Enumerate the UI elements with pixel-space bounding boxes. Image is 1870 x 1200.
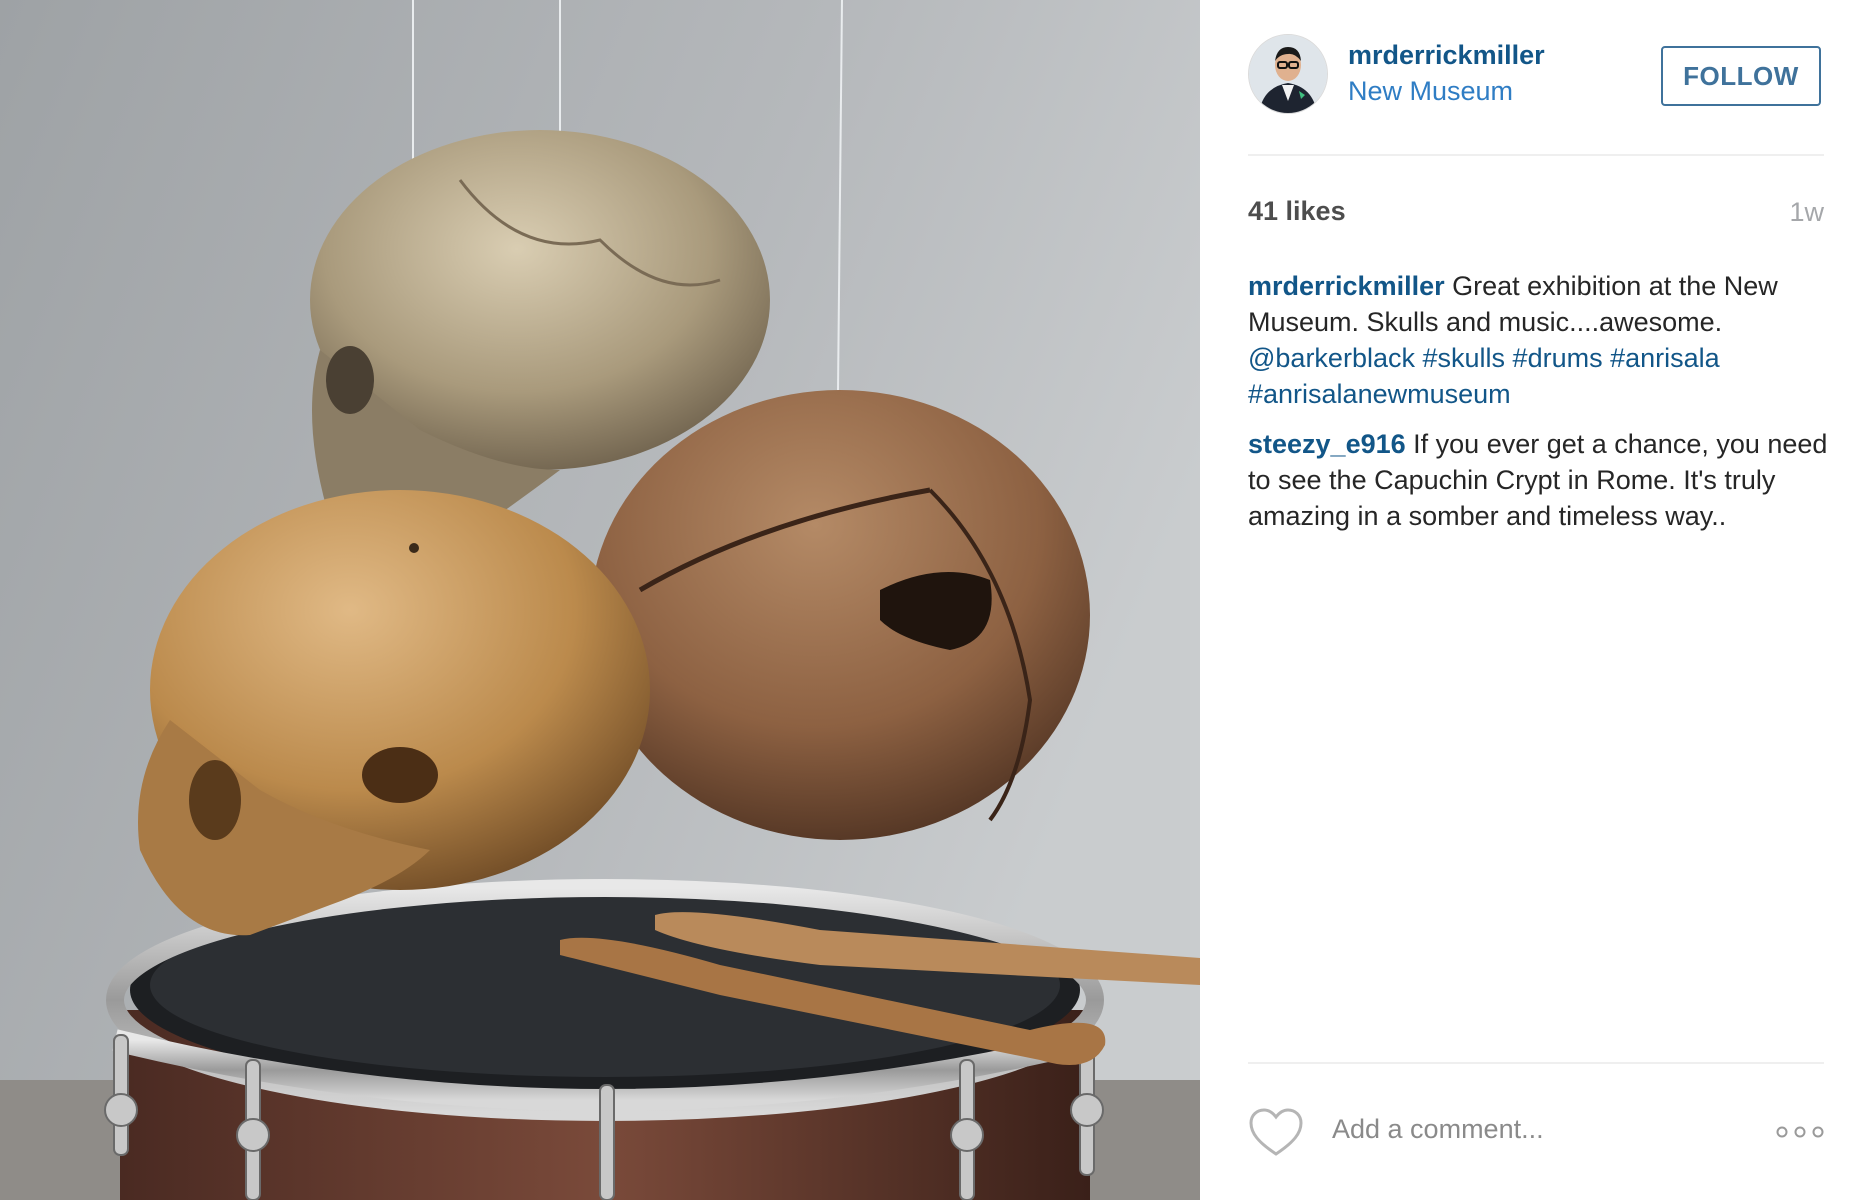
- add-comment-input[interactable]: Add a comment...: [1332, 1114, 1544, 1145]
- post-photo[interactable]: [0, 0, 1200, 1200]
- post-header: mrderrickmiller New Museum FOLLOW: [1248, 34, 1824, 154]
- comment-list: mrderrickmiller Great exhibition at the …: [1248, 268, 1838, 548]
- hashtag-link[interactable]: #anrisalanewmuseum: [1248, 379, 1511, 409]
- post-author-username[interactable]: mrderrickmiller: [1348, 40, 1545, 71]
- footer-divider: [1248, 1062, 1824, 1064]
- more-options-icon[interactable]: [1776, 1122, 1824, 1142]
- avatar[interactable]: [1248, 34, 1328, 114]
- post-age[interactable]: 1w: [1789, 197, 1824, 228]
- follow-button[interactable]: FOLLOW: [1661, 46, 1821, 106]
- caption-username[interactable]: mrderrickmiller: [1248, 271, 1445, 301]
- user-portrait-icon: [1249, 35, 1327, 113]
- skulls-on-drum-image: [0, 0, 1200, 1200]
- hashtag-link[interactable]: #skulls: [1423, 343, 1506, 373]
- post-sidebar: mrderrickmiller New Museum FOLLOW 41 lik…: [1200, 0, 1870, 1200]
- mention-link[interactable]: @barkerblack: [1248, 343, 1415, 373]
- hashtag-link[interactable]: #drums: [1513, 343, 1603, 373]
- comment-bar: Add a comment...: [1248, 1106, 1824, 1166]
- hashtag-link[interactable]: #anrisala: [1610, 343, 1720, 373]
- heart-icon[interactable]: [1248, 1108, 1304, 1158]
- header-divider: [1248, 154, 1824, 156]
- list-item: steezy_e916 If you ever get a chance, yo…: [1248, 426, 1838, 534]
- likes-count[interactable]: 41 likes: [1248, 196, 1346, 227]
- caption: mrderrickmiller Great exhibition at the …: [1248, 268, 1838, 412]
- post-location-link[interactable]: New Museum: [1348, 76, 1513, 107]
- comment-username[interactable]: steezy_e916: [1248, 429, 1406, 459]
